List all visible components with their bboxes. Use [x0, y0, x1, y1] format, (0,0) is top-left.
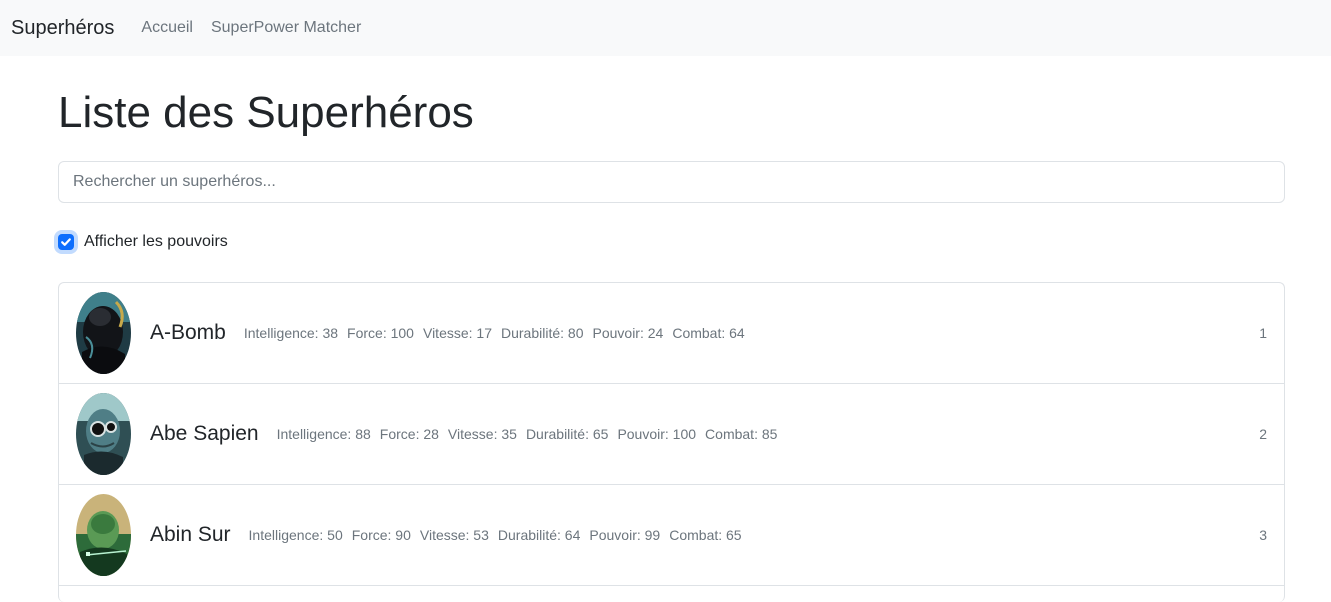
stat-combat: Combat: 64: [672, 325, 745, 341]
hero-avatar: [76, 494, 131, 576]
stat-intelligence: Intelligence: 38: [243, 325, 339, 341]
hero-list-item[interactable]: A-Bomb Intelligence: 38 Force: 100 Vites…: [59, 283, 1284, 384]
show-powers-label: Afficher les pouvoirs: [84, 233, 228, 250]
nav-link-accueil[interactable]: Accueil: [141, 19, 193, 37]
stat-durabilite: Durabilité: 65: [525, 426, 609, 442]
hero-id: 2: [1259, 426, 1267, 442]
nav-link-superpower-matcher[interactable]: SuperPower Matcher: [211, 19, 361, 37]
hero-id: 3: [1259, 527, 1267, 543]
stat-vitesse: Vitesse: 53: [419, 527, 489, 543]
stat-vitesse: Vitesse: 35: [447, 426, 517, 442]
hero-stats: Intelligence: 50 Force: 90 Vitesse: 53 D…: [249, 527, 751, 543]
stat-combat: Combat: 85: [705, 426, 778, 442]
hero-avatar: [76, 393, 131, 475]
stat-force: Force: 90: [351, 527, 411, 543]
stat-pouvoir: Pouvoir: 100: [617, 426, 697, 442]
hero-list: A-Bomb Intelligence: 38 Force: 100 Vites…: [58, 282, 1285, 602]
show-powers-checkbox[interactable]: [58, 234, 74, 250]
stat-intelligence: Intelligence: 50: [248, 527, 343, 543]
stat-durabilite: Durabilité: 80: [501, 325, 584, 341]
checkmark-icon: [61, 238, 71, 246]
hero-id: 1: [1259, 325, 1267, 341]
stat-combat: Combat: 65: [669, 527, 742, 543]
stat-force: Force: 100: [347, 325, 414, 341]
stat-force: Force: 28: [379, 426, 439, 442]
navbar: Superhéros Accueil SuperPower Matcher: [0, 0, 1331, 56]
navbar-brand[interactable]: Superhéros: [11, 17, 114, 40]
stat-durabilite: Durabilité: 64: [497, 527, 581, 543]
hero-avatar: [76, 292, 131, 374]
stat-intelligence: Intelligence: 88: [276, 426, 371, 442]
stat-pouvoir: Pouvoir: 99: [589, 527, 661, 543]
stat-pouvoir: Pouvoir: 24: [592, 325, 664, 341]
stat-vitesse: Vitesse: 17: [422, 325, 492, 341]
show-powers-toggle[interactable]: Afficher les pouvoirs: [58, 233, 228, 251]
hero-list-item[interactable]: Abin Sur Intelligence: 50 Force: 90 Vite…: [59, 485, 1284, 586]
search-input[interactable]: [58, 161, 1285, 203]
hero-stats: Intelligence: 38 Force: 100 Vitesse: 17 …: [244, 325, 754, 341]
hero-name: Abin Sur: [150, 523, 231, 546]
hero-name: A-Bomb: [150, 321, 226, 344]
page-title: Liste des Superhéros: [58, 88, 474, 137]
hero-list-item[interactable]: Abe Sapien Intelligence: 88 Force: 28 Vi…: [59, 384, 1284, 485]
hero-stats: Intelligence: 88 Force: 28 Vitesse: 35 D…: [277, 426, 787, 442]
hero-name: Abe Sapien: [150, 422, 259, 445]
